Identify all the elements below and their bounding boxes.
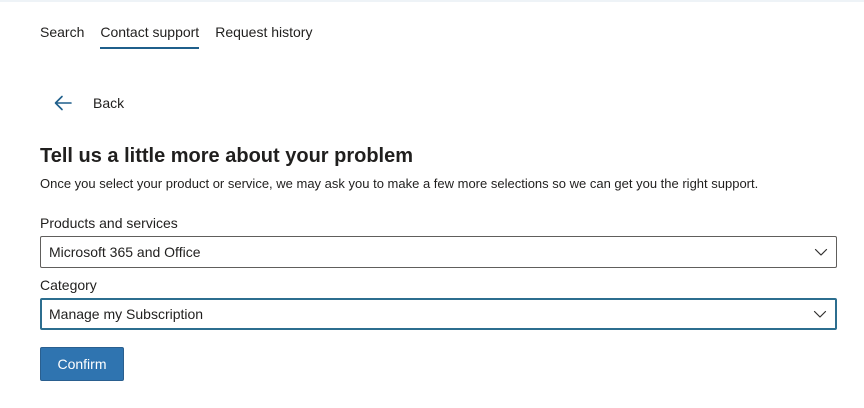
tab-request-history[interactable]: Request history (215, 22, 312, 48)
top-divider (0, 0, 864, 2)
page-title: Tell us a little more about your problem (40, 145, 414, 167)
confirm-button[interactable]: Confirm (40, 347, 124, 381)
tab-contact-support[interactable]: Contact support (100, 22, 199, 49)
products-select-value: Microsoft 365 and Office (49, 244, 201, 260)
chevron-down-icon (814, 248, 828, 256)
back-link[interactable]: Back (52, 92, 124, 114)
arrow-left-icon (54, 95, 72, 111)
category-label: Category (40, 277, 97, 293)
tab-search[interactable]: Search (40, 22, 84, 48)
category-select[interactable]: Manage my Subscription (40, 298, 837, 330)
products-select[interactable]: Microsoft 365 and Office (40, 236, 837, 268)
tab-bar: Search Contact support Request history (40, 22, 312, 52)
chevron-down-icon (813, 310, 827, 318)
products-label: Products and services (40, 215, 178, 231)
category-select-value: Manage my Subscription (49, 306, 204, 322)
page-description: Once you select your product or service,… (40, 176, 759, 191)
contact-support-page: Search Contact support Request history B… (0, 0, 864, 408)
back-label: Back (93, 95, 125, 111)
